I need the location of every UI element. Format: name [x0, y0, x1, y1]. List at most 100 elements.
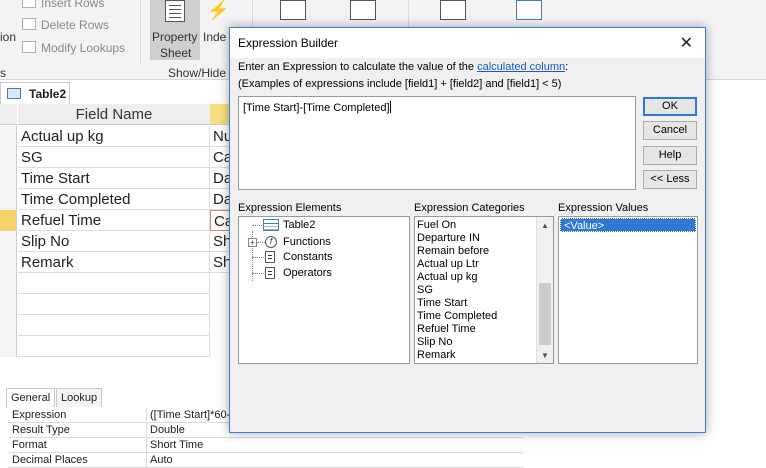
list-item[interactable]: Remark — [417, 349, 456, 362]
tree-connector — [252, 225, 262, 226]
property-label: Expression — [12, 409, 67, 421]
expression-input[interactable]: [Time Start]-[Time Completed] — [238, 96, 636, 190]
list-item[interactable]: Time Start — [417, 297, 467, 310]
less-button[interactable]: << Less — [643, 170, 697, 189]
scroll-down-icon[interactable]: ▼ — [541, 351, 549, 360]
table-icon — [7, 88, 21, 99]
field-name-cell[interactable]: Remark — [18, 252, 210, 273]
text-caret — [389, 101, 391, 113]
tree-item-functions[interactable]: Functions — [283, 236, 331, 248]
row-selector[interactable] — [0, 273, 17, 294]
tab-general[interactable]: General — [6, 388, 56, 407]
list-item[interactable]: SG — [417, 284, 433, 297]
modify-lookups-icon — [22, 41, 36, 53]
data-type-cell[interactable]: Sh — [210, 252, 230, 273]
expression-elements-label: Expression Elements — [238, 202, 342, 214]
tree-item-operators[interactable]: Operators — [283, 267, 332, 279]
object-dependencies-icon — [516, 0, 542, 20]
table-icon — [263, 219, 279, 231]
field-name-cell[interactable]: SG — [18, 147, 210, 168]
list-item-selected[interactable]: <Value> — [560, 218, 696, 232]
row-selector[interactable] — [0, 336, 17, 357]
data-type-cell[interactable]: Nu — [210, 126, 230, 147]
row-selector[interactable] — [0, 147, 17, 168]
expression-values-list[interactable]: <Value> — [558, 216, 698, 364]
list-item[interactable]: Actual up Ltr — [417, 258, 479, 271]
calculated-column-link[interactable]: calculated column — [477, 61, 565, 73]
property-label: Decimal Places — [12, 454, 88, 466]
data-type-cell[interactable]: Ca — [210, 210, 230, 231]
expression-values-label: Expression Values — [558, 202, 649, 214]
help-button[interactable]: Help — [643, 146, 697, 165]
list-item[interactable]: Departure IN — [417, 232, 480, 245]
field-name-cell[interactable]: Refuel Time — [18, 210, 210, 231]
tab-table2[interactable]: Table2 — [0, 82, 70, 104]
data-type-cell[interactable]: Sh — [210, 231, 230, 252]
row-selector[interactable] — [0, 315, 17, 336]
property-value[interactable]: Short Time — [146, 438, 524, 452]
scroll-up-icon[interactable]: ▲ — [541, 221, 549, 230]
dialog-instructions: Enter an Expression to calculate the val… — [238, 61, 568, 73]
list-item[interactable]: Slip No — [417, 336, 452, 349]
instructions-text: Enter an Expression to calculate the val… — [238, 61, 478, 73]
field-name-cell[interactable] — [18, 294, 210, 315]
ribbon-left-group-label: s — [0, 66, 6, 80]
data-type-cell[interactable]: Da — [210, 189, 230, 210]
row-selector[interactable] — [0, 126, 17, 147]
dialog-examples: (Examples of expressions include [field1… — [238, 78, 562, 90]
field-name-cell[interactable] — [18, 315, 210, 336]
categories-scrollbar[interactable]: ▲ ▼ — [536, 217, 553, 363]
expression-categories-label: Expression Categories — [414, 202, 525, 214]
list-item[interactable]: Refuel Time — [417, 323, 476, 336]
insert-rows-button[interactable]: Insert Rows — [41, 0, 104, 10]
row-selector[interactable] — [0, 231, 17, 252]
field-name-cell[interactable]: Time Start — [18, 168, 210, 189]
indexes-button[interactable]: Inde — [203, 30, 226, 44]
data-type-header — [210, 104, 230, 125]
cancel-button[interactable]: Cancel — [643, 121, 697, 140]
expand-icon[interactable]: + — [248, 238, 257, 247]
property-sheet-label-1: Property — [152, 30, 198, 44]
data-type-cell[interactable]: Da — [210, 168, 230, 189]
data-type-cell[interactable]: Ca — [210, 147, 230, 168]
dialog-titlebar[interactable]: Expression Builder ✕ — [230, 28, 705, 58]
row-selector[interactable] — [0, 168, 17, 189]
property-row[interactable]: Format Short Time — [8, 438, 524, 453]
list-item[interactable]: Remain before — [417, 245, 489, 258]
dialog-title: Expression Builder — [238, 36, 339, 50]
field-name-cell[interactable]: Actual up kg — [18, 126, 210, 147]
property-label: Format — [12, 439, 47, 451]
row-selector[interactable] — [0, 294, 17, 315]
rename-macro-icon — [350, 0, 376, 20]
field-name-cell[interactable] — [18, 336, 210, 357]
close-icon[interactable]: ✕ — [680, 33, 693, 53]
create-macro-icon — [280, 0, 306, 20]
delete-rows-button[interactable]: Delete Rows — [41, 18, 109, 32]
list-item[interactable]: Fuel On — [417, 219, 456, 232]
ok-button[interactable]: OK — [643, 97, 697, 116]
ribbon-separator — [140, 0, 141, 64]
tree-connector — [257, 242, 265, 243]
indexes-icon: ⚡ — [207, 0, 230, 20]
property-value[interactable]: Auto — [146, 453, 524, 467]
field-name-cell[interactable] — [18, 273, 210, 294]
list-item[interactable]: Actual up kg — [417, 271, 478, 284]
tree-item-constants[interactable]: Constants — [283, 251, 333, 263]
tree-connector — [252, 257, 264, 258]
tree-item-table2[interactable]: Table2 — [283, 219, 315, 231]
insert-rows-icon — [22, 0, 36, 8]
row-selector-active[interactable] — [0, 210, 17, 231]
field-name-cell[interactable]: Slip No — [18, 231, 210, 252]
tab-label: Table2 — [29, 87, 67, 101]
field-name-cell[interactable]: Time Completed — [18, 189, 210, 210]
expression-categories-list[interactable]: Fuel On Departure IN Remain before Actua… — [414, 216, 554, 364]
tab-lookup[interactable]: Lookup — [56, 388, 103, 407]
list-item[interactable]: Time Completed — [417, 310, 497, 323]
row-selector[interactable] — [0, 252, 17, 273]
modify-lookups-button[interactable]: Modify Lookups — [41, 41, 125, 55]
scrollbar-thumb[interactable] — [539, 283, 551, 345]
grid-header-selector — [0, 104, 17, 125]
delete-rows-icon — [22, 18, 36, 30]
expression-elements-tree[interactable]: Table2 + f Functions Constants Operators — [238, 216, 410, 364]
row-selector[interactable] — [0, 189, 17, 210]
